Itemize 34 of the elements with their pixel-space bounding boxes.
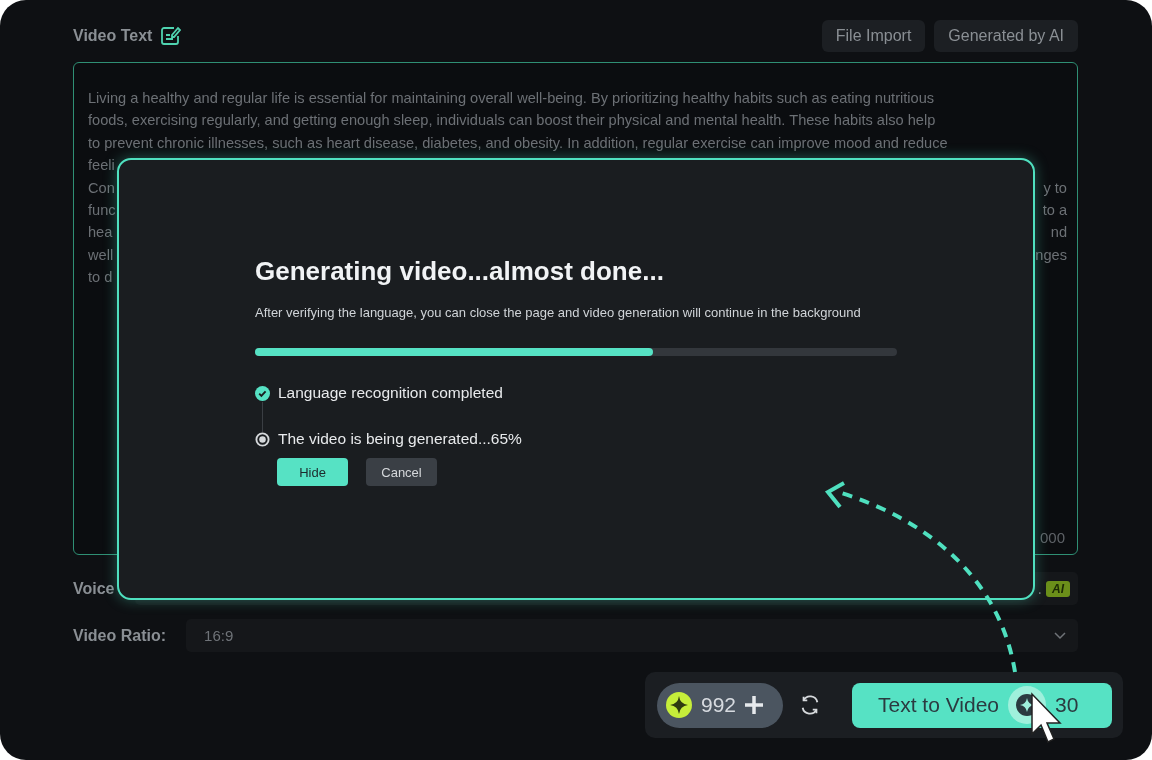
field-label: Video Ratio: xyxy=(73,626,167,645)
text-line: to prevent chronic illnesses, such as heart disease, diabetes, and obesity. In addition, regular exercise can improve mood and reduce xyxy=(88,133,948,153)
text-fragment: well xyxy=(88,245,114,265)
section-title: Video Text xyxy=(73,27,153,45)
text-fragment: to a xyxy=(1042,201,1067,221)
text-line: Living a healthy and regular life is essential for maintaining overall well-being. By prioritizing healthy habits such as eating nutritious xyxy=(88,89,935,108)
text-fragment: y to xyxy=(1043,178,1067,198)
dialog-subtitle: After verifying the language, you can close the page and video generation will continue in the background xyxy=(255,305,862,320)
step-label: Language recognition completed xyxy=(278,384,503,402)
dialog-button[interactable]: Cancel xyxy=(366,458,437,486)
dialog-button[interactable]: Hide xyxy=(277,458,348,486)
text-fragment: feeli xyxy=(88,156,115,176)
step-label: The video is being generated...65% xyxy=(278,430,522,448)
edit-icon[interactable] xyxy=(158,24,183,48)
character-counter: 000 xyxy=(1039,529,1065,546)
text-line: foods, exercising regularly, and getting enough sleep, individuals can boost their physical and mental health. These habits also help xyxy=(88,111,936,131)
ai-badge: AI xyxy=(1046,580,1070,597)
text-fragment: Con xyxy=(88,178,115,198)
text-fragment: func xyxy=(88,201,116,221)
text-fragment: to d xyxy=(88,268,113,288)
credits-count: 992 xyxy=(701,693,737,717)
field-label: Voice xyxy=(73,579,115,598)
star-coin-icon xyxy=(665,691,693,719)
refresh-icon[interactable] xyxy=(799,694,821,716)
plus-icon[interactable] xyxy=(744,695,765,715)
text-to-video-button[interactable]: Text to Video 30 xyxy=(852,682,1112,728)
header-button[interactable]: Generated by AI xyxy=(934,20,1078,52)
ratio-select[interactable]: 16:9 xyxy=(186,619,1078,652)
text-fragment: nd xyxy=(1050,223,1067,243)
chevron-down-icon xyxy=(1054,631,1066,640)
text-fragment: nges xyxy=(1035,245,1067,265)
dialog-title: Generating video...almost done... xyxy=(255,256,665,287)
text-fragment: hea xyxy=(88,223,113,243)
header-button[interactable]: File Import xyxy=(821,20,926,52)
